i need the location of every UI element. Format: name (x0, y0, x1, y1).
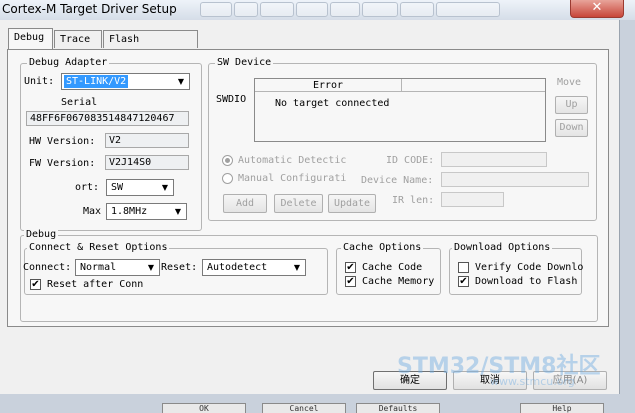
device-name-label: Device Name: (361, 175, 434, 186)
ir-len-field (441, 192, 504, 207)
move-up-button[interactable]: Up (555, 96, 588, 114)
max-clock-select[interactable]: 1.8MHz ▼ (106, 203, 187, 220)
connect-select[interactable]: Normal ▼ (75, 259, 160, 276)
cache-options-group: Cache Options ✔ Cache Code ✔ Cache Memor… (336, 242, 441, 295)
update-button[interactable]: Update (328, 194, 376, 213)
check-icon: ✔ (346, 276, 355, 287)
reset-label: Reset: (161, 262, 198, 273)
sw-device-table[interactable]: Error No target connected (254, 78, 546, 142)
serial-field: 48FF6F067083514847120467 (26, 111, 189, 126)
title-bar: Cortex-M Target Driver Setup ✕ (0, 0, 635, 20)
move-label: Move (557, 77, 582, 88)
chevron-down-icon: ▼ (177, 77, 185, 86)
background-ok-button: OK (162, 403, 246, 413)
debug-adapter-group: Debug Adapter Unit: ST-LINK/V2 ▼ Serial … (20, 57, 202, 231)
tab-trace[interactable]: Trace (54, 30, 102, 48)
background-tab (400, 2, 434, 17)
connect-label: Connect: (23, 262, 72, 273)
verify-code-label: Verify Code Downlo (475, 262, 584, 273)
unit-value: ST-LINK/V2 (64, 75, 129, 88)
background-defaults-button: Defaults (356, 403, 440, 413)
ir-len-label: IR len: (392, 195, 435, 206)
background-tab (260, 2, 294, 17)
verify-code-checkbox[interactable] (458, 262, 469, 273)
tab-flash-download[interactable]: Flash Download (103, 30, 198, 63)
background-help-button: Help (520, 403, 604, 413)
max-clock-label: Max (83, 206, 102, 217)
cache-code-checkbox[interactable]: ✔ (345, 262, 356, 273)
reset-after-conn-checkbox[interactable]: ✔ (30, 279, 41, 290)
connect-value: Normal (80, 262, 117, 273)
check-icon: ✔ (459, 276, 468, 287)
swdio-label: SWDIO (216, 94, 247, 105)
max-clock-value: 1.8MHz (111, 206, 148, 217)
table-header-error: Error (255, 79, 402, 92)
sw-device-title: SW Device (215, 57, 274, 69)
chevron-down-icon: ▼ (147, 263, 155, 272)
debug-options-title: Debug (24, 229, 59, 241)
port-label: ort: (75, 182, 100, 193)
tab-debug[interactable]: Debug (8, 28, 53, 50)
background-window-edge (619, 20, 635, 394)
chevron-down-icon: ▼ (293, 263, 301, 272)
hw-version-field: V2 (105, 133, 189, 148)
sw-device-group: SW Device SWDIO Error No target connecte… (208, 57, 597, 221)
fw-version-label: FW Version: (29, 158, 96, 169)
background-window: OK Cancel Defaults Help (0, 394, 635, 413)
background-tab (436, 2, 500, 17)
manual-config-radio[interactable] (222, 173, 233, 184)
tab-trace-label: Trace (60, 34, 91, 45)
background-tab (330, 2, 360, 17)
id-code-field (441, 152, 547, 167)
tab-debug-label: Debug (14, 32, 45, 43)
window-title: Cortex-M Target Driver Setup (2, 2, 177, 16)
background-tab (234, 2, 258, 17)
port-select[interactable]: SW ▼ (106, 179, 174, 196)
add-button[interactable]: Add (223, 194, 267, 213)
auto-detect-label: Automatic Detectic (238, 155, 347, 166)
id-code-label: ID CODE: (386, 155, 435, 166)
debug-tab-panel: Debug Adapter Unit: ST-LINK/V2 ▼ Serial … (7, 49, 609, 327)
debug-options-group: Debug Connect & Reset Options Connect: N… (20, 229, 598, 322)
cache-code-label: Cache Code (362, 262, 423, 273)
background-tab (296, 2, 328, 17)
hw-version-label: HW Version: (29, 136, 96, 147)
chevron-down-icon: ▼ (174, 207, 182, 216)
reset-value: Autodetect (207, 262, 268, 273)
auto-detect-radio[interactable] (222, 155, 233, 166)
device-name-field (441, 172, 589, 187)
background-tab (362, 2, 398, 17)
unit-select[interactable]: ST-LINK/V2 ▼ (61, 73, 190, 90)
background-cancel-button: Cancel (262, 403, 346, 413)
download-options-title: Download Options (452, 242, 553, 254)
unit-label: Unit: (24, 76, 55, 87)
cache-memory-label: Cache Memory (362, 276, 435, 287)
port-value: SW (111, 182, 124, 193)
chevron-down-icon: ▼ (161, 183, 169, 192)
serial-label: Serial (61, 97, 98, 108)
fw-version-field: V2J14S0 (105, 155, 189, 170)
watermark-url: www.stmcu.org (490, 375, 575, 388)
table-header-blank (402, 79, 545, 92)
move-down-button[interactable]: Down (555, 119, 588, 137)
manual-config-label: Manual Configurati (238, 173, 347, 184)
delete-button[interactable]: Delete (274, 194, 323, 213)
close-icon: ✕ (591, 0, 603, 15)
download-options-group: Download Options Verify Code Downlo ✔ Do… (449, 242, 584, 295)
reset-after-conn-label: Reset after Conn (47, 279, 144, 290)
debug-adapter-title: Debug Adapter (27, 57, 110, 69)
cache-options-title: Cache Options (341, 242, 424, 254)
connect-reset-title: Connect & Reset Options (27, 242, 170, 254)
table-row: No target connected (275, 98, 390, 109)
reset-select[interactable]: Autodetect ▼ (202, 259, 306, 276)
dialog: Debug Trace Flash Download Debug Adapter… (0, 20, 620, 394)
check-icon: ✔ (31, 279, 40, 290)
background-tab (200, 2, 232, 17)
check-icon: ✔ (346, 262, 355, 273)
download-to-flash-checkbox[interactable]: ✔ (458, 276, 469, 287)
close-button[interactable]: ✕ (570, 0, 624, 18)
cache-memory-checkbox[interactable]: ✔ (345, 276, 356, 287)
download-to-flash-label: Download to Flash (475, 276, 578, 287)
connect-reset-group: Connect & Reset Options Connect: Normal … (23, 242, 328, 295)
